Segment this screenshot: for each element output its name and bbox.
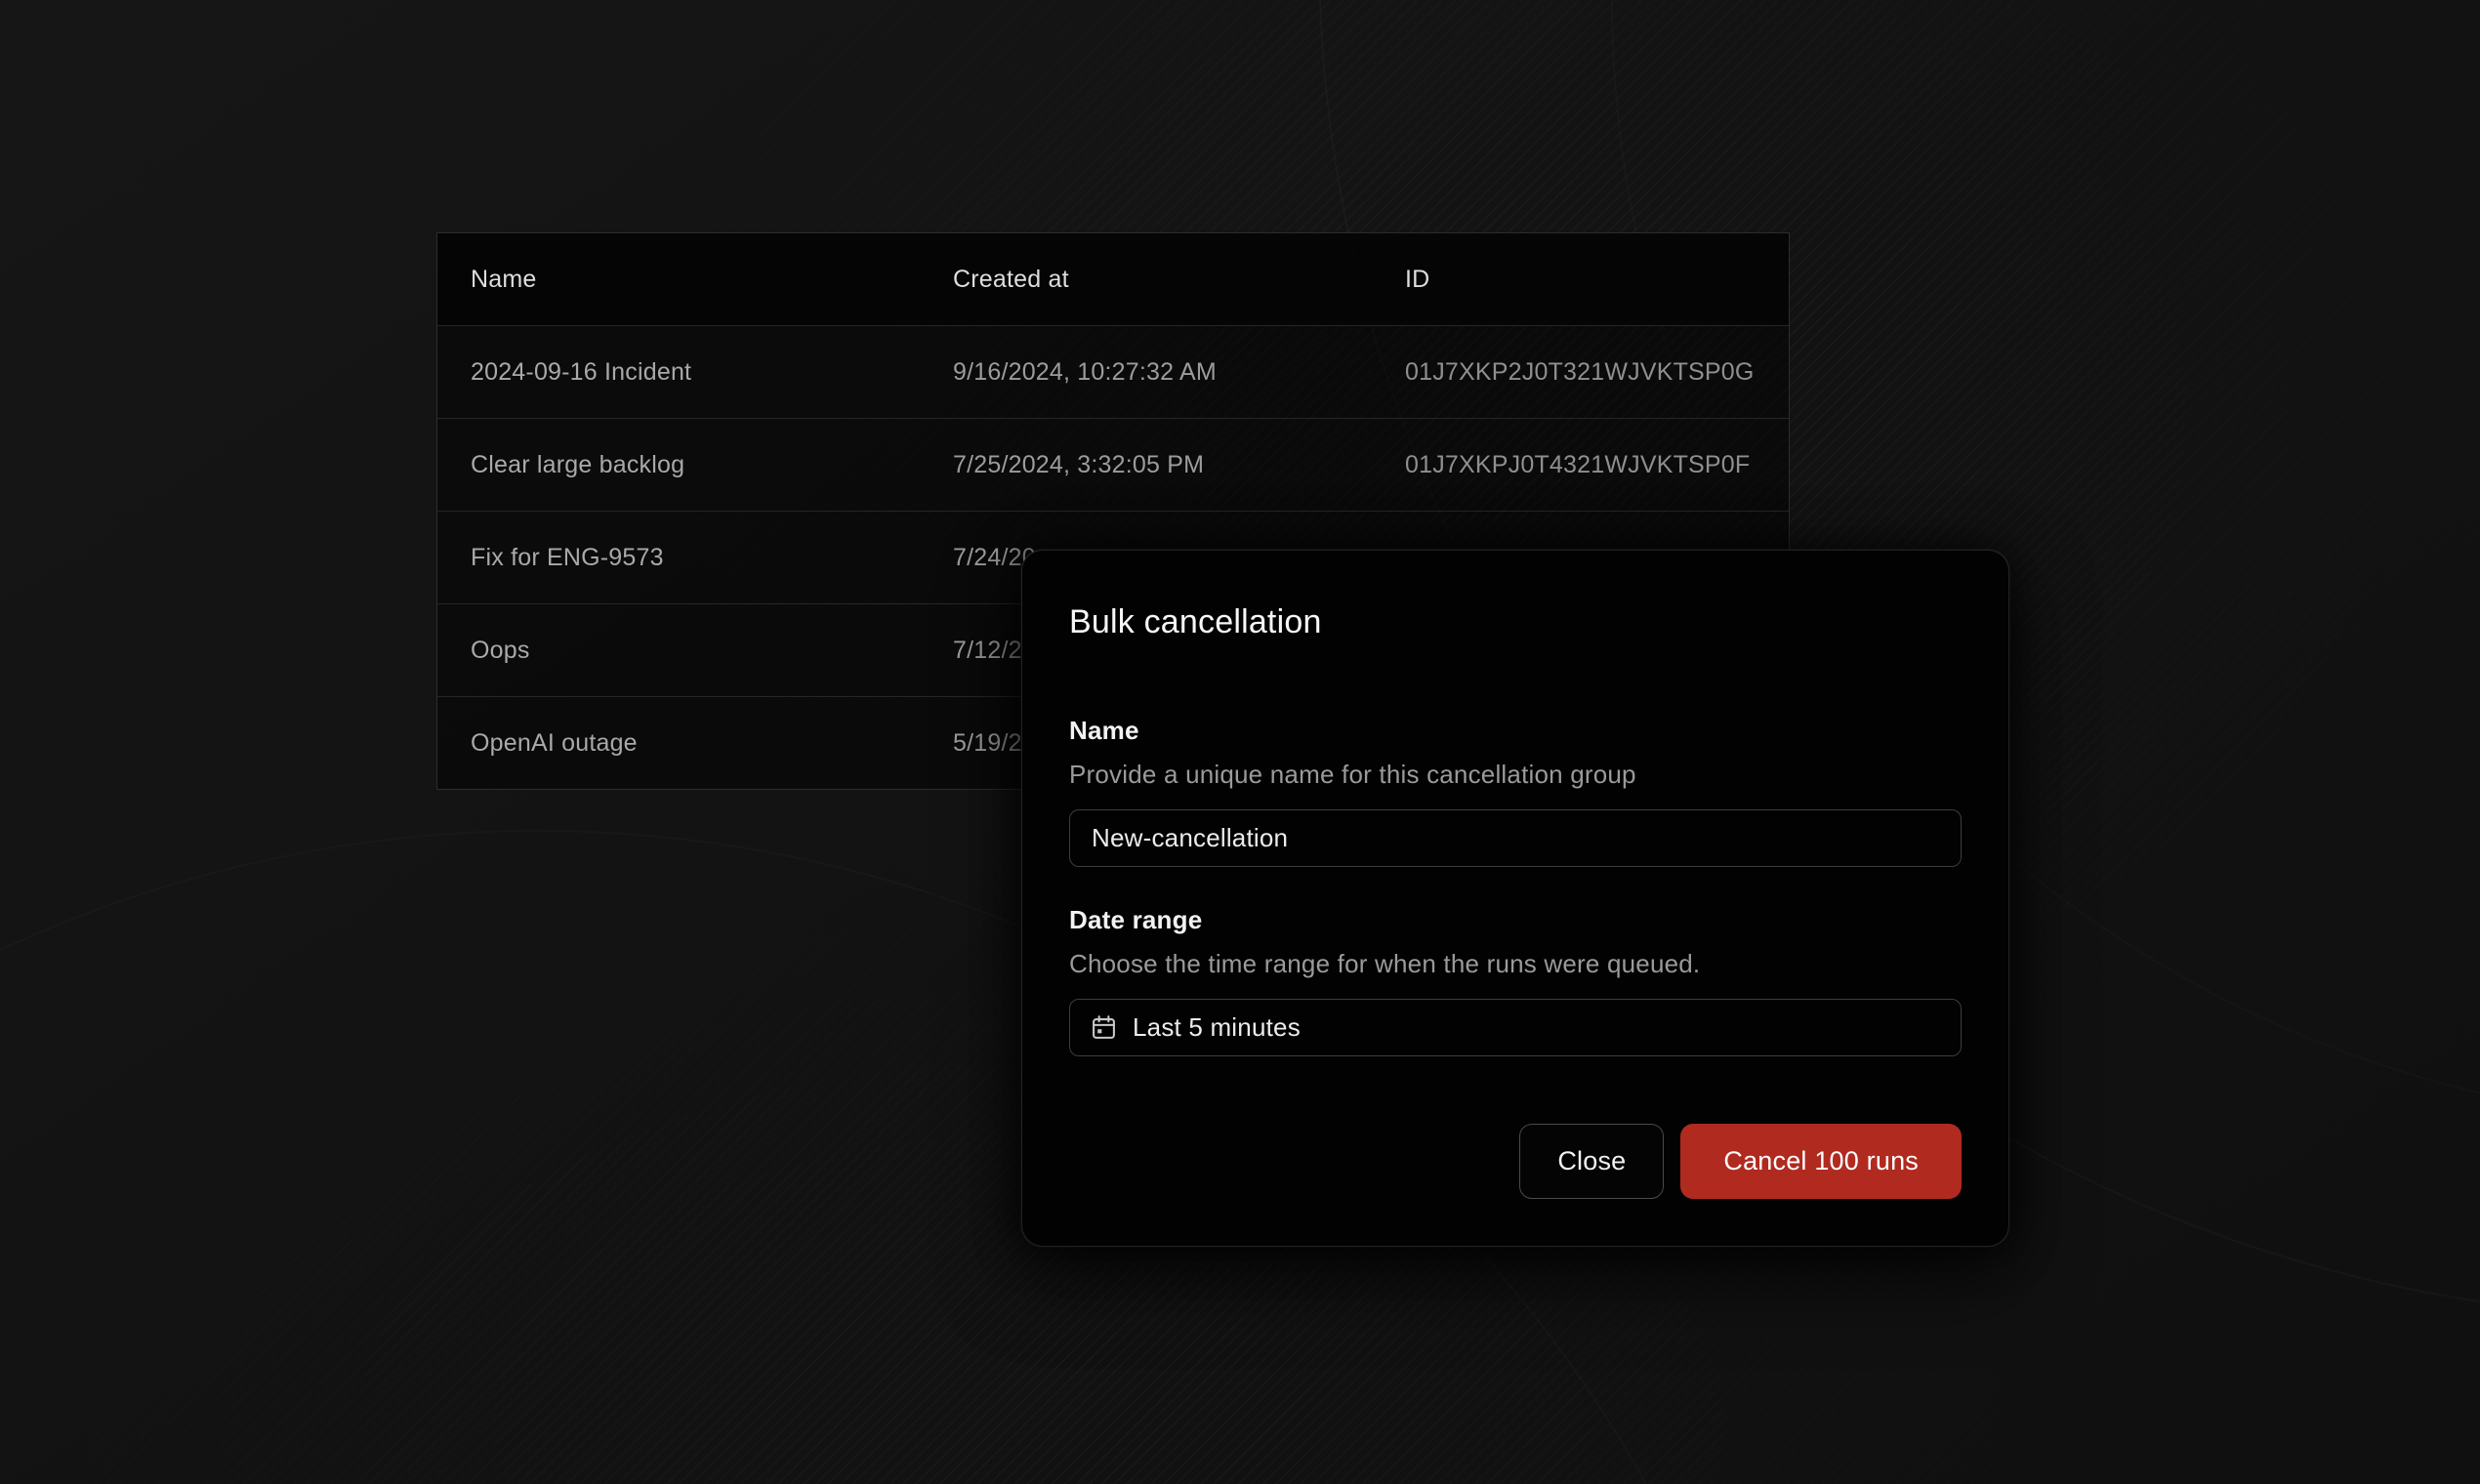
column-header-name: Name <box>437 266 920 294</box>
close-button[interactable]: Close <box>1519 1124 1664 1199</box>
modal-title: Bulk cancellation <box>1069 603 1962 641</box>
table-row[interactable]: 2024-09-16 Incident 9/16/2024, 10:27:32 … <box>437 325 1789 418</box>
table-header-row: Name Created at ID <box>437 233 1789 325</box>
cell-id: 01J7XKPJ0T4321WJVKTSP0F <box>1372 451 1789 479</box>
cancel-runs-button[interactable]: Cancel 100 runs <box>1680 1124 1962 1199</box>
cell-created-at: 7/25/2024, 3:32:05 PM <box>920 451 1372 479</box>
page-background: Name Created at ID 2024-09-16 Incident 9… <box>0 0 2480 1484</box>
name-field-description: Provide a unique name for this cancellat… <box>1069 760 1962 790</box>
date-range-field-description: Choose the time range for when the runs … <box>1069 949 1962 979</box>
table-row[interactable]: Clear large backlog 7/25/2024, 3:32:05 P… <box>437 418 1789 511</box>
calendar-icon <box>1090 1013 1118 1042</box>
cell-created-at: 9/16/2024, 10:27:32 AM <box>920 358 1372 387</box>
date-range-select[interactable]: Last 5 minutes <box>1069 999 1962 1056</box>
column-header-id: ID <box>1372 266 1789 294</box>
cell-name: Clear large backlog <box>437 451 920 479</box>
date-range-value: Last 5 minutes <box>1133 1012 1301 1043</box>
name-input[interactable] <box>1069 809 1962 867</box>
cell-name: 2024-09-16 Incident <box>437 358 920 387</box>
cell-name: Fix for ENG-9573 <box>437 544 920 572</box>
name-field-label: Name <box>1069 716 1962 746</box>
column-header-created-at: Created at <box>920 266 1372 294</box>
cell-name: OpenAI outage <box>437 729 920 758</box>
cell-id: 01J7XKP2J0T321WJVKTSP0G <box>1372 358 1789 387</box>
date-range-field-label: Date range <box>1069 905 1962 935</box>
bulk-cancellation-modal: Bulk cancellation Name Provide a unique … <box>1021 550 2009 1247</box>
cell-name: Oops <box>437 637 920 665</box>
modal-footer: Close Cancel 100 runs <box>1069 1124 1962 1199</box>
